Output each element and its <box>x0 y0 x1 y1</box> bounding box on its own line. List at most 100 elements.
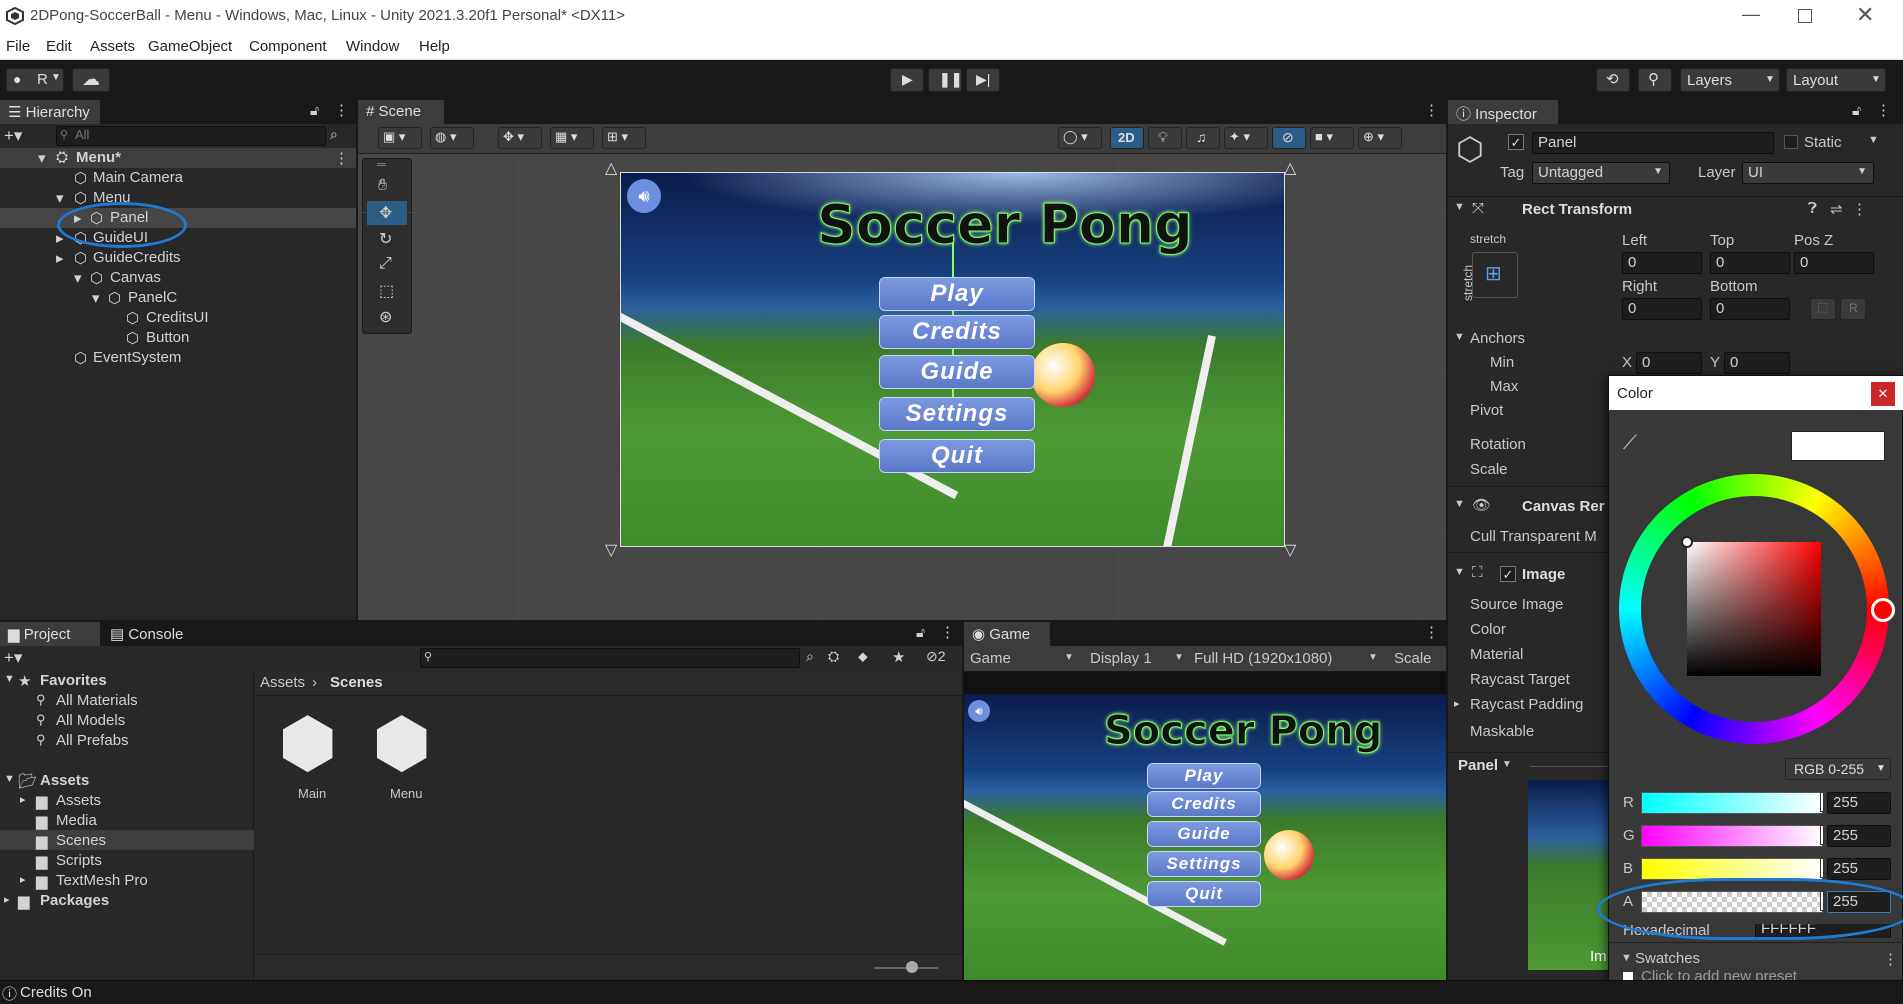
hidden-objects-toggle[interactable]: ⊘ <box>1272 127 1306 149</box>
slider-handle[interactable] <box>906 961 918 973</box>
green-slider[interactable] <box>1641 825 1824 847</box>
posz-field[interactable]: 0 <box>1794 252 1874 274</box>
resolution-dropdown[interactable]: Full HD (1920x1080) ▼ <box>1188 648 1384 670</box>
slider-handle[interactable] <box>1820 792 1824 812</box>
expand-arrow-icon[interactable]: ▼ <box>1454 498 1465 510</box>
gizmos-button[interactable]: ⊕ ▾ <box>1358 127 1402 149</box>
chevron-down-icon[interactable]: ▼ <box>1868 134 1879 146</box>
blue-value-field[interactable]: 255 <box>1827 858 1891 880</box>
layout-dropdown[interactable]: Layout ▼ <box>1786 68 1886 92</box>
tab-game[interactable]: ◉ Game <box>964 622 1050 646</box>
menu-file[interactable]: File <box>6 38 30 55</box>
close-window-icon[interactable]: ✕ <box>1856 2 1874 28</box>
expand-arrow-icon[interactable]: ▾ <box>56 189 64 207</box>
favorite-star-icon[interactable]: ★ <box>892 648 905 666</box>
more-options-icon[interactable]: ⋮ <box>1852 200 1867 218</box>
credits-preview-button[interactable]: Credits <box>1148 792 1260 816</box>
draw-mode-button[interactable]: ▣ ▾ <box>378 127 422 149</box>
red-value-field[interactable]: 255 <box>1827 792 1891 814</box>
maximize-icon[interactable] <box>1798 9 1812 23</box>
left-field[interactable]: 0 <box>1622 252 1702 274</box>
hierarchy-item-panelc[interactable]: PanelC <box>128 289 177 306</box>
expand-arrow-icon[interactable]: ▾ <box>92 289 100 307</box>
menu-assets[interactable]: Assets <box>90 38 135 55</box>
filter-type-icon[interactable]: ⛭ <box>828 648 839 665</box>
tab-project[interactable]: ▆ Project <box>0 622 100 646</box>
breadcrumb-assets[interactable]: Assets <box>260 674 305 691</box>
hierarchy-item-main-camera[interactable]: Main Camera <box>93 169 183 186</box>
image-enabled-checkbox[interactable]: ✓ <box>1500 566 1516 582</box>
folder-textmesh-pro[interactable]: TextMesh Pro <box>56 872 148 889</box>
bottom-field[interactable]: 0 <box>1710 298 1790 320</box>
blue-slider[interactable] <box>1641 858 1824 880</box>
anchor-presets-button[interactable]: ⊞ <box>1472 252 1518 298</box>
object-name-field[interactable]: Panel <box>1532 132 1774 154</box>
cloud-button[interactable]: ☁ <box>72 68 110 92</box>
create-asset-button[interactable]: +▾ <box>4 648 34 668</box>
pause-button[interactable]: ❚❚ <box>928 68 962 92</box>
expand-arrow-icon[interactable]: ▸ <box>20 793 26 806</box>
hidden-packages-icon[interactable]: ⊘2 <box>926 648 946 665</box>
tab-hierarchy[interactable]: ☰ Hierarchy <box>0 100 100 124</box>
play-button[interactable]: ▶ <box>890 68 924 92</box>
hierarchy-item-button[interactable]: Button <box>146 329 189 346</box>
lock-icon[interactable]: 🔓︎ <box>916 624 925 641</box>
hue-wheel[interactable] <box>1619 474 1895 744</box>
saturation-value-square[interactable] <box>1687 542 1821 676</box>
expand-arrow-icon[interactable]: ▼ <box>4 773 15 785</box>
lock-icon[interactable]: 🔓︎ <box>310 102 319 119</box>
shading-button[interactable]: ◯ ▾ <box>1058 127 1102 149</box>
menu-edit[interactable]: Edit <box>46 38 72 55</box>
layers-dropdown[interactable]: Layers ▼ <box>1680 68 1780 92</box>
canvas-renderer-header[interactable]: Canvas Rer <box>1522 498 1605 515</box>
expand-arrow-icon[interactable]: ▸ <box>56 249 64 267</box>
asset-main[interactable]: ⬢ Main <box>278 708 348 808</box>
expand-arrow-icon[interactable]: ▾ <box>74 269 82 287</box>
close-picker-button[interactable]: ✕ <box>1871 382 1895 406</box>
speaker-icon[interactable]: 🔊︎ <box>627 179 661 213</box>
more-options-icon[interactable]: ⋮ <box>1424 623 1439 641</box>
guide-menu-button[interactable]: Guide <box>880 356 1034 388</box>
hue-handle[interactable] <box>1871 598 1895 622</box>
favorites-label[interactable]: Favorites <box>40 672 107 689</box>
expand-arrow-icon[interactable]: ▼ <box>1454 566 1465 578</box>
tag-dropdown[interactable]: Untagged ▼ <box>1532 162 1670 184</box>
settings-preview-button[interactable]: Settings <box>1148 852 1260 876</box>
more-options-icon[interactable]: ⋮ <box>334 149 349 167</box>
image-header[interactable]: Image <box>1522 566 1565 583</box>
layer-dropdown[interactable]: UI ▼ <box>1742 162 1874 184</box>
expand-arrow-icon[interactable]: ▸ <box>1454 697 1460 710</box>
minimize-icon[interactable]: — <box>1742 4 1760 25</box>
resize-handle-icon[interactable]: ▽ <box>1284 540 1296 560</box>
grid-snap-button[interactable]: ▦ ▾ <box>550 127 594 149</box>
rect-transform-header[interactable]: Rect Transform <box>1522 201 1632 218</box>
speaker-icon[interactable]: 🔊︎ <box>968 700 990 722</box>
quit-preview-button[interactable]: Quit <box>1148 882 1260 906</box>
camera-button[interactable]: ■ ▾ <box>1310 127 1354 149</box>
red-slider[interactable] <box>1641 792 1824 814</box>
resize-handle-icon[interactable]: △ <box>1284 158 1296 178</box>
fav-all-models[interactable]: All Models <box>56 712 125 729</box>
more-options-icon[interactable]: ⋮ <box>940 623 955 641</box>
view-dropdown[interactable]: Game ▼ <box>968 648 1078 670</box>
status-message[interactable]: Credits On <box>20 984 92 1001</box>
hierarchy-item-canvas[interactable]: Canvas <box>110 269 161 286</box>
audio-toggle[interactable]: ♫ <box>1186 127 1220 149</box>
expand-arrow-icon[interactable]: ▼ <box>1621 952 1632 964</box>
guide-preview-button[interactable]: Guide <box>1148 822 1260 846</box>
hierarchy-item-creditsui[interactable]: CreditsUI <box>146 309 209 326</box>
top-field[interactable]: 0 <box>1710 252 1790 274</box>
green-value-field[interactable]: 255 <box>1827 825 1891 847</box>
slider-handle[interactable] <box>1820 858 1824 878</box>
fav-all-prefabs[interactable]: All Prefabs <box>56 732 129 749</box>
eyedropper-icon[interactable]: ⟋ <box>1623 432 1637 455</box>
search-button[interactable]: ⚲ <box>1638 68 1672 92</box>
quit-menu-button[interactable]: Quit <box>880 440 1034 472</box>
right-field[interactable]: 0 <box>1622 298 1702 320</box>
play-preview-button[interactable]: Play <box>1148 764 1260 788</box>
hierarchy-item-guidecredits[interactable]: GuideCredits <box>93 249 181 266</box>
folder-scenes[interactable]: Scenes <box>56 832 106 849</box>
color-mode-dropdown[interactable]: RGB 0-255 ▼ <box>1785 758 1891 780</box>
mode-2d-toggle[interactable]: 2D <box>1110 127 1144 149</box>
more-options-icon[interactable]: ⋮ <box>1883 950 1898 968</box>
